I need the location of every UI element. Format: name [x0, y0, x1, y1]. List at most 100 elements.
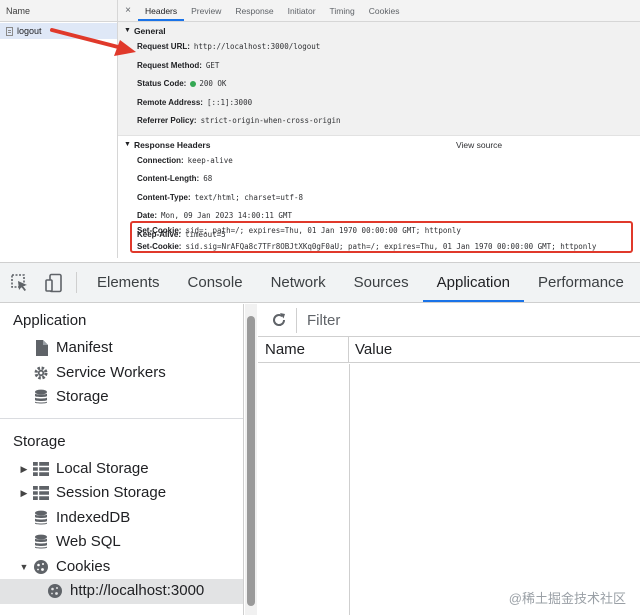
request-item-label: logout: [17, 26, 42, 36]
cookie-table-panel: Filter Name Value: [258, 304, 640, 615]
network-request-panel: Name logout × Headers Preview Response I…: [0, 0, 640, 258]
sidebar-item-label: Web SQL: [56, 533, 121, 550]
tab-network[interactable]: Network: [257, 263, 340, 302]
header-key: Content-Type:: [137, 192, 191, 202]
header-value: 68: [203, 174, 213, 183]
watermark: @稀土掘金技术社区: [509, 588, 626, 607]
watermark-text: @稀土掘金技术社区: [508, 591, 626, 606]
tab-initiator[interactable]: Initiator: [281, 0, 323, 21]
tab-console[interactable]: Console: [174, 263, 257, 302]
request-detail: × Headers Preview Response Initiator Tim…: [118, 0, 640, 258]
sidebar-group-application: Application: [13, 312, 87, 329]
cookie-table-header: Name Value: [258, 337, 640, 363]
sidebar-group-storage: Storage: [13, 432, 66, 450]
collapse-arrow-icon[interactable]: ▼: [19, 555, 29, 580]
tab-sources[interactable]: Sources: [340, 263, 423, 302]
view-source-link[interactable]: View source: [456, 138, 502, 152]
header-value: [::1]:3000: [206, 97, 253, 107]
file-icon: [33, 340, 49, 357]
sidebar-item-cookie-origin[interactable]: http://localhost:3000: [0, 579, 243, 604]
general-section-toggle[interactable]: ▼ General: [118, 24, 640, 38]
expand-arrow-icon[interactable]: ▶: [19, 457, 29, 482]
close-icon[interactable]: ×: [118, 0, 138, 21]
general-row-request-method: Request Method: GET: [118, 57, 640, 76]
tab-performance[interactable]: Performance: [524, 263, 638, 302]
response-row-content-length: Content-Length: 68: [118, 170, 640, 189]
header-value: strict-origin-when-cross-origin: [200, 116, 341, 125]
request-list: Name logout: [0, 0, 118, 258]
column-header-value[interactable]: Value: [349, 337, 640, 362]
sidebar-item-session-storage[interactable]: ▶ Session Storage: [0, 481, 243, 506]
header-value: keep-alive: [187, 155, 233, 165]
column-header-name[interactable]: Name: [258, 337, 349, 362]
inspect-element-icon[interactable]: [0, 263, 40, 302]
header-key: Request Method:: [137, 60, 202, 70]
triangle-down-icon: ▼: [124, 140, 131, 148]
general-row-status-code: Status Code: 200 OK: [118, 75, 640, 94]
application-sidebar: Application Manifest Service Workers Sto…: [0, 304, 244, 615]
document-icon: [6, 26, 13, 36]
sidebar-item-label: http://localhost:3000: [70, 582, 205, 599]
tab-headers[interactable]: Headers: [138, 0, 185, 21]
header-value: GET: [205, 60, 220, 70]
tab-timing[interactable]: Timing: [323, 0, 362, 21]
expand-arrow-icon[interactable]: ▶: [19, 481, 29, 506]
response-row-connection: Connection: keep-alive: [118, 152, 640, 171]
sidebar-item-local-storage[interactable]: ▶ Local Storage: [0, 457, 243, 482]
toolbar-divider: [76, 272, 77, 293]
general-section-title: General: [133, 26, 166, 36]
filter-input[interactable]: Filter: [296, 307, 640, 333]
sidebar-item-label: IndexedDB: [56, 508, 131, 526]
header-key: Request URL:: [137, 42, 190, 51]
header-value: Mon, 09 Jan 2023 14:00:11 GMT: [161, 211, 292, 220]
header-key: Date:: [137, 211, 158, 220]
sidebar-item-label: Local Storage: [56, 459, 149, 477]
sidebar-item-cookies[interactable]: ▼ Cookies: [0, 555, 243, 580]
header-value: http://localhost:3000/logout: [193, 42, 321, 51]
triangle-down-icon: ▼: [124, 27, 131, 34]
sidebar-item-storage[interactable]: Storage: [0, 385, 243, 410]
response-headers-toggle[interactable]: ▼ Response Headers View source: [118, 138, 640, 152]
cookie-icon: [47, 583, 63, 599]
sidebar-scrollbar[interactable]: [245, 304, 257, 615]
request-item-logout[interactable]: logout: [0, 23, 117, 39]
sidebar-item-label: Service Workers: [56, 363, 166, 381]
tab-application[interactable]: Application: [422, 263, 525, 302]
sidebar-item-label: Session Storage: [56, 484, 167, 501]
header-value: text/html; charset=utf-8: [194, 192, 303, 202]
grid-icon: [33, 485, 49, 501]
database-icon: [33, 510, 49, 526]
database-icon: [33, 534, 49, 550]
sidebar-item-label: Storage: [56, 388, 109, 405]
header-key: Referrer Policy:: [137, 116, 197, 125]
sidebar-item-indexeddb[interactable]: IndexedDB: [0, 506, 243, 531]
tab-elements[interactable]: Elements: [83, 263, 174, 302]
refresh-icon[interactable]: [270, 311, 288, 329]
gear-icon: [33, 365, 49, 381]
scrollbar-thumb[interactable]: [247, 316, 255, 606]
request-detail-tabs: × Headers Preview Response Initiator Tim…: [118, 0, 640, 22]
header-key: Content-Length:: [137, 174, 200, 183]
tab-preview[interactable]: Preview: [184, 0, 228, 21]
sidebar-item-manifest[interactable]: Manifest: [0, 336, 243, 361]
database-icon: [33, 389, 49, 405]
tab-cookies[interactable]: Cookies: [362, 0, 407, 21]
cookie-icon: [33, 559, 49, 575]
sidebar-item-service-workers[interactable]: Service Workers: [0, 361, 243, 386]
general-row-referrer-policy: Referrer Policy: strict-origin-when-cross…: [118, 112, 640, 131]
column-divider: [349, 364, 350, 615]
header-key: Remote Address:: [137, 97, 203, 107]
request-list-header[interactable]: Name: [0, 0, 117, 22]
tab-response[interactable]: Response: [228, 0, 280, 21]
response-headers-title: Response Headers: [133, 139, 211, 150]
sidebar-item-label: Manifest: [56, 339, 113, 356]
general-row-remote-address: Remote Address: [::1]:3000: [118, 94, 640, 113]
general-section: ▼ General Request URL: http://localhost:3…: [118, 22, 640, 136]
sidebar-item-web-sql[interactable]: Web SQL: [0, 530, 243, 555]
cookie-toolbar: Filter: [258, 304, 640, 337]
set-cookie-highlight-box: [130, 221, 633, 253]
general-row-request-url: Request URL: http://localhost:3000/logout: [118, 38, 640, 57]
device-toolbar-icon[interactable]: [40, 263, 68, 302]
grid-icon: [33, 461, 49, 477]
sidebar-divider: [0, 417, 243, 419]
